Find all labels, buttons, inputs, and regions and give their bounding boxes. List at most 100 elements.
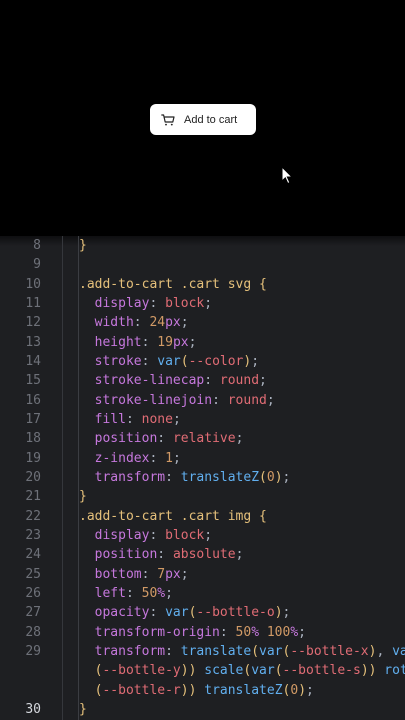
code-token: height	[79, 334, 142, 350]
code-line: 18 position: relative;	[0, 429, 405, 448]
line-number: 8	[33, 238, 41, 253]
code-token: absolute	[172, 547, 236, 563]
code-token: :	[141, 566, 158, 582]
code-token: ))	[180, 682, 197, 698]
code-token: :	[157, 431, 173, 447]
code-line: 20 transform: translateZ(0);	[0, 468, 405, 487]
line-number: 23	[25, 527, 41, 543]
code-text: z-index: 1;	[79, 449, 181, 468]
code-text: bottom: 7px;	[79, 565, 189, 584]
code-token: :	[149, 295, 166, 311]
code-token: none	[141, 411, 173, 427]
line-number: 26	[25, 585, 41, 601]
code-token: round	[219, 373, 260, 389]
code-token: 100	[266, 624, 291, 640]
code-token: {	[259, 508, 267, 524]
code-token: ;	[172, 411, 181, 427]
code-token: :	[165, 469, 181, 485]
code-text: .add-to-cart .cart svg {	[79, 275, 267, 294]
line-number: 13	[25, 334, 41, 350]
code-token: fill	[79, 411, 126, 427]
code-token: )	[274, 469, 283, 485]
code-token: ;	[282, 605, 291, 621]
code-line: 27 opacity: var(--bottle-o);	[0, 603, 405, 622]
line-number: 14	[25, 353, 41, 369]
line-number: 15	[25, 373, 41, 389]
line-number: 21	[25, 489, 41, 505]
line-number: 24	[25, 547, 41, 563]
code-token: (	[79, 682, 103, 698]
code-token: var	[251, 663, 275, 679]
code-line: 8}	[0, 236, 405, 255]
code-token: var	[259, 643, 283, 659]
code-token: transform-origin	[79, 624, 220, 640]
code-token: var	[392, 643, 405, 659]
code-token: stroke	[79, 353, 142, 369]
line-number: 19	[25, 450, 41, 466]
code-token: stroke-linecap	[79, 373, 205, 389]
line-number: 28	[25, 624, 41, 640]
code-token: :	[141, 334, 158, 350]
code-text: opacity: var(--bottle-o);	[79, 603, 291, 622]
code-token: --bottle-o	[196, 605, 275, 621]
code-token: position	[79, 547, 158, 563]
code-line: 29 transform: translate(var(--bottle-x),…	[0, 642, 405, 661]
code-line: 12 width: 24px;	[0, 313, 405, 332]
code-token: display	[79, 295, 150, 311]
code-line: 14 stroke: var(--color);	[0, 352, 405, 371]
code-line: (--bottle-r)) translateZ(0);	[0, 681, 405, 700]
code-text: }	[79, 487, 87, 506]
code-line: 15 stroke-linecap: round;	[0, 371, 405, 390]
code-token: ))	[360, 663, 377, 679]
code-token: :	[149, 450, 166, 466]
line-number: 9	[33, 257, 41, 273]
code-text: position: relative;	[79, 429, 244, 448]
code-line: 28 transform-origin: 50% 100%;	[0, 623, 405, 642]
code-token: --bottle-s	[282, 663, 361, 679]
code-line: 16 stroke-linejoin: round;	[0, 391, 405, 410]
code-token: 7	[157, 566, 166, 582]
add-to-cart-button[interactable]: Add to cart	[150, 104, 256, 135]
code-token: ;	[165, 585, 173, 601]
code-token: ;	[259, 373, 267, 389]
code-token: 0	[266, 469, 275, 485]
cart-icon	[161, 113, 175, 125]
code-token: translate	[180, 643, 252, 659]
code-text: .add-to-cart .cart img {	[79, 507, 267, 526]
code-token: :	[141, 353, 158, 369]
code-token: px	[165, 566, 181, 582]
code-token: )	[274, 605, 283, 621]
code-token: bottom	[79, 566, 142, 582]
code-token: ;	[172, 450, 181, 466]
code-text: stroke-linejoin: round;	[79, 391, 275, 410]
code-token: .add-to-cart .cart svg	[79, 276, 260, 292]
code-token: 1	[165, 450, 173, 466]
code-token: :	[125, 585, 142, 601]
code-editor[interactable]: 8} 9 10 .add-to-cart .cart svg {11 display:…	[0, 236, 405, 720]
code-token: (	[274, 663, 283, 679]
code-line: 22 .add-to-cart .cart img {	[0, 507, 405, 526]
code-token: left	[79, 585, 126, 601]
line-number: 12	[25, 315, 41, 331]
code-text: height: 19px;	[79, 333, 197, 352]
code-text: transform: translate(var(--bottle-x), va…	[79, 642, 405, 661]
code-token: )	[298, 682, 307, 698]
code-line: 25 bottom: 7px;	[0, 565, 405, 584]
code-token: (	[259, 469, 267, 485]
code-line: 23 display: block;	[0, 526, 405, 545]
code-token: ;	[306, 682, 314, 698]
code-text: stroke-linecap: round;	[79, 371, 267, 390]
code-token: 50	[141, 585, 158, 601]
code-token: position	[79, 431, 158, 447]
code-token: transform	[79, 469, 166, 485]
line-number: 11	[25, 295, 41, 311]
code-text: stroke: var(--color);	[79, 352, 259, 371]
code-line: 17 fill: none;	[0, 410, 405, 429]
line-number: 27	[25, 605, 41, 621]
code-token: --bottle-r	[102, 682, 181, 698]
code-token: ;	[235, 431, 244, 447]
code-token: ;	[298, 624, 306, 640]
code-token: :	[212, 392, 228, 408]
line-number: 29	[25, 643, 41, 659]
